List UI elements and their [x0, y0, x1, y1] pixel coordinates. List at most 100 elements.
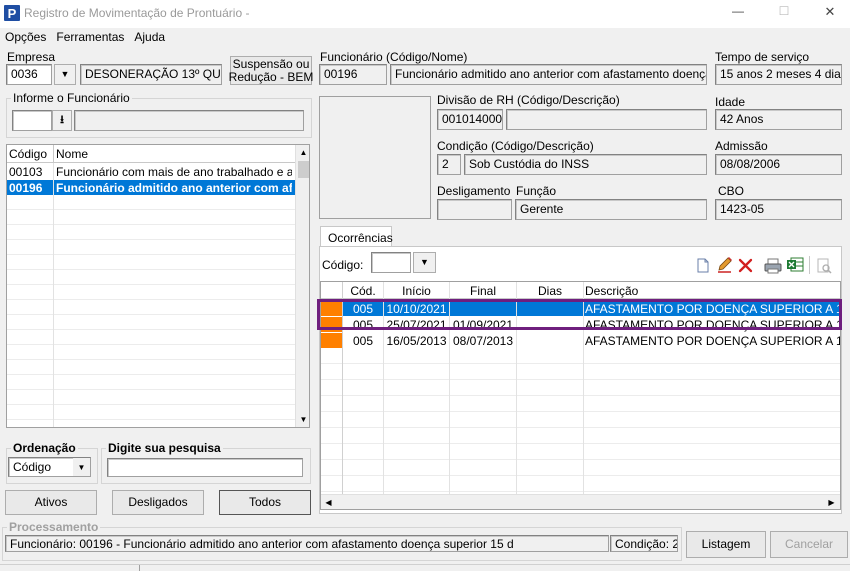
employee-list[interactable]: Código Nome 00103 Funcionário com mais d… — [6, 144, 310, 428]
divisao-label: Divisão de RH (Código/Descrição) — [437, 93, 620, 107]
header-divider — [53, 145, 54, 163]
status-divider — [139, 565, 140, 571]
pesquisa-input[interactable] — [107, 458, 303, 477]
ocorrencia-inicio: 16/05/2013 — [386, 334, 447, 348]
menu-ferramentas[interactable]: Ferramentas — [51, 29, 129, 45]
col-header-final[interactable]: Final — [450, 284, 516, 298]
arrow-down-icon: ⭳ — [60, 114, 64, 126]
dropdown-arrow-icon: ▼ — [420, 257, 429, 267]
col-header-descricao[interactable]: Descrição — [585, 284, 638, 298]
desligados-button[interactable]: Desligados — [112, 490, 204, 515]
toolbar-separator — [809, 256, 810, 274]
informe-input[interactable] — [12, 110, 52, 131]
processamento-condicao: Condição: 2 — [610, 535, 678, 552]
condicao-label: Condição (Código/Descrição) — [437, 139, 594, 153]
ocorrencia-final: 08/07/2013 — [452, 334, 514, 348]
admissao-field: 08/08/2006 — [715, 154, 842, 175]
col-divider — [53, 163, 54, 427]
scroll-up-icon[interactable]: ▲ — [296, 145, 309, 160]
suspensao-button[interactable]: Suspensão ou Redução - BEM — [228, 56, 314, 85]
tempo-servico-label: Tempo de serviço — [715, 50, 810, 64]
empresa-code-field[interactable]: 0036 — [6, 64, 52, 85]
empresa-name-field: DESONERAÇÃO 13º QUIT — [80, 64, 222, 85]
employee-row-selected[interactable]: 00196 Funcionário admitido ano anterior … — [7, 180, 295, 195]
empresa-label: Empresa — [7, 50, 56, 64]
employee-list-scrollbar[interactable]: ▲ ▼ — [295, 145, 309, 427]
tempo-servico-field: 15 anos 2 meses 4 dias — [715, 64, 842, 85]
funcao-label: Função — [516, 184, 557, 198]
employee-list-header: Código Nome — [7, 145, 295, 163]
employee-row-name: Funcionário admitido ano anterior com af… — [56, 181, 292, 195]
menu-opcoes[interactable]: Opções — [0, 29, 51, 45]
ocorrencia-row[interactable]: 005 16/05/2013 08/07/2013 AFASTAMENTO PO… — [321, 333, 840, 348]
scroll-right-icon[interactable]: ▶ — [824, 495, 839, 509]
processamento-status: Funcionário: 00196 - Funcionário admitid… — [5, 535, 609, 552]
delete-icon[interactable] — [737, 257, 754, 273]
divisao-desc-field — [506, 109, 707, 130]
col-header-dias[interactable]: Dias — [517, 284, 583, 298]
app-icon: P — [4, 5, 20, 21]
highlight-box — [317, 299, 842, 330]
ocorrencia-grid-lines — [321, 348, 840, 495]
employee-row-name: Funcionário com mais de ano trabalhado e… — [56, 165, 292, 179]
col-header-nome[interactable]: Nome — [56, 147, 88, 161]
admissao-label: Admissão — [715, 139, 768, 153]
col-header-cod[interactable]: Cód. — [349, 284, 377, 298]
cbo-label: CBO — [718, 184, 745, 198]
cbo-field: 1423-05 — [715, 199, 842, 220]
menu-ajuda[interactable]: Ajuda — [129, 29, 170, 45]
funcionario-code-field: 00196 — [319, 64, 387, 85]
idade-field: 42 Anos — [715, 109, 842, 130]
status-strip — [0, 564, 850, 571]
processamento-label: Processamento — [7, 520, 101, 534]
codigo-filter-dropdown[interactable]: ▼ — [413, 252, 436, 273]
col-header-codigo[interactable]: Código — [9, 147, 47, 161]
minimize-button[interactable]: — — [728, 4, 748, 22]
ordenacao-label: Ordenação — [11, 441, 78, 455]
ocorrencias-header: Cód. Início Final Dias Descrição — [321, 282, 840, 299]
desligamento-label: Desligamento — [437, 184, 511, 198]
scroll-down-icon[interactable]: ▼ — [296, 412, 309, 427]
ocorrencias-h-scrollbar[interactable]: ◀ ▶ — [321, 494, 840, 509]
new-document-icon[interactable] — [695, 257, 710, 273]
empresa-dropdown-button[interactable]: ▼ — [54, 64, 76, 85]
listagem-button[interactable]: Listagem — [686, 531, 766, 558]
condicao-code-field: 2 — [437, 154, 461, 175]
divisao-code-field: 001014000 — [437, 109, 503, 130]
employee-row-code: 00103 — [9, 165, 43, 179]
scroll-thumb[interactable] — [298, 161, 309, 178]
scroll-left-icon[interactable]: ◀ — [321, 495, 336, 509]
condicao-desc-field: Sob Custódia do INSS — [464, 154, 707, 175]
codigo-filter-input[interactable] — [371, 252, 411, 273]
menu-bar: Opções Ferramentas Ajuda — [0, 28, 850, 46]
funcionario-label: Funcionário (Código/Nome) — [320, 50, 468, 64]
desligamento-field — [437, 199, 512, 220]
window-title: Registro de Movimentação de Prontuário - — [24, 6, 250, 20]
ordenacao-dropdown[interactable]: ▼ — [73, 458, 90, 476]
col-header-inicio[interactable]: Início — [384, 284, 449, 298]
ocorrencia-descricao: AFASTAMENTO POR DOENÇA SUPERIOR A 15 DIA… — [585, 334, 840, 348]
codigo-filter-label: Código: — [322, 258, 364, 272]
preview-icon[interactable] — [815, 257, 833, 274]
todos-button[interactable]: Todos — [219, 490, 311, 515]
ocorrencia-cod: 005 — [352, 334, 374, 348]
pesquisa-label: Digite sua pesquisa — [106, 441, 223, 455]
funcionario-name-field: Funcionário admitido ano anterior com af… — [390, 64, 707, 85]
suspensao-button-label: Suspensão ou Redução - BEM — [228, 56, 314, 84]
excel-export-icon[interactable] — [786, 256, 804, 273]
employee-grid-lines — [7, 195, 295, 427]
ativos-button[interactable]: Ativos — [5, 490, 97, 515]
close-button[interactable]: ✕ — [820, 4, 840, 22]
edit-pencil-icon[interactable] — [715, 256, 733, 273]
maximize-button[interactable]: ☐ — [774, 4, 794, 22]
tab-ocorrencias-label: Ocorrências — [328, 231, 393, 245]
informe-name-field — [74, 110, 304, 131]
employee-photo — [319, 96, 431, 219]
cancelar-button[interactable]: Cancelar — [770, 531, 848, 558]
employee-row[interactable]: 00103 Funcionário com mais de ano trabal… — [7, 164, 295, 179]
tab-ocorrencias[interactable]: Ocorrências — [320, 226, 393, 247]
informe-label: Informe o Funcionário — [11, 91, 132, 105]
print-icon[interactable] — [764, 257, 782, 274]
informe-search-button[interactable]: ⭳ — [52, 110, 72, 131]
idade-label: Idade — [715, 95, 746, 109]
